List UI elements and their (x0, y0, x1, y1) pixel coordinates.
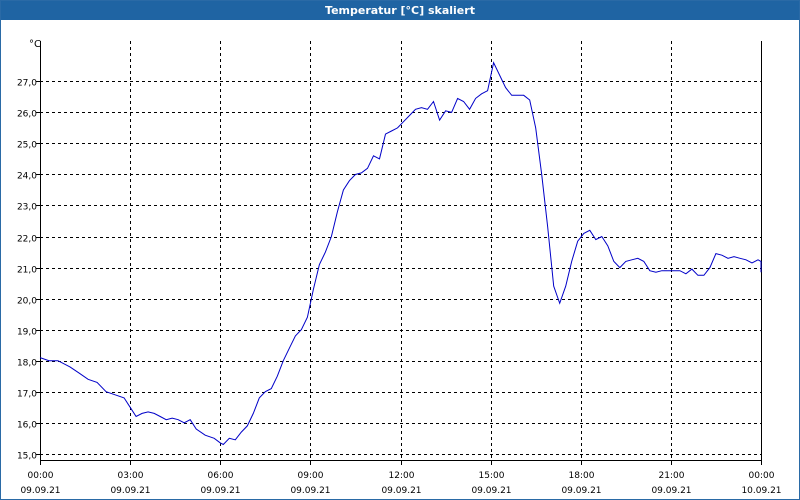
grid (40, 41, 761, 460)
ticks (36, 81, 762, 465)
y-tick-label: 22,0 (17, 235, 37, 245)
chart-window: Temperatur [°C] skaliert °C 15,0 16,0 17,0… (0, 0, 800, 500)
y-tick-label: 18,0 (17, 359, 37, 369)
y-tick-labels: 15,0 16,0 17,0 18,0 19,0 20,0 21,0 22,0 23,0 24,0… (17, 79, 37, 462)
x-tick-label-time: 09:00 (298, 471, 324, 481)
series-line (39, 61, 762, 446)
y-axis-unit: °C (29, 39, 41, 50)
x-tick-label-date: 09.09.21 (381, 486, 421, 496)
x-tick-label-date: 09.09.21 (471, 486, 511, 496)
x-tick-label-date: 09.09.21 (651, 486, 691, 496)
x-tick-label-time: 21:00 (659, 471, 685, 481)
y-tick-label: 17,0 (17, 390, 37, 400)
y-tick-label: 21,0 (17, 266, 37, 276)
x-tick-label-time: 15:00 (479, 471, 505, 481)
x-tick-label-time: 18:00 (569, 471, 595, 481)
temperature-series-line (39, 61, 762, 446)
window-title: Temperatur [°C] skaliert (1, 1, 799, 20)
x-tick-label-time: 03:00 (118, 471, 144, 481)
x-tick-label-date: 10.09.21 (741, 486, 781, 496)
x-tick-label-time: 12:00 (389, 471, 415, 481)
y-tick-label: 15,0 (17, 452, 37, 462)
y-tick-label: 24,0 (17, 172, 37, 182)
x-tick-label-date: 09.09.21 (20, 486, 60, 496)
y-tick-label: 19,0 (17, 328, 37, 338)
x-tick-label-date: 09.09.21 (200, 486, 240, 496)
x-tick-labels: 00:00 09.09.21 03:00 09.09.21 06:00 09.09.21 0… (20, 471, 781, 496)
y-tick-label: 16,0 (17, 421, 37, 431)
y-tick-label: 25,0 (17, 141, 37, 151)
temperature-chart: °C 15,0 16,0 17,0 18,0 19,0 20,0 21,0 22,0 23,0 2… (17, 39, 782, 496)
y-tick-label: 26,0 (17, 110, 37, 120)
x-tick-label-date: 09.09.21 (290, 486, 330, 496)
x-tick-label-time: 00:00 (749, 471, 775, 481)
x-tick-label-date: 09.09.21 (110, 486, 150, 496)
y-tick-label: 23,0 (17, 203, 37, 213)
x-tick-label-date: 09.09.21 (561, 486, 601, 496)
x-tick-label-time: 06:00 (208, 471, 234, 481)
y-tick-label: 20,0 (17, 297, 37, 307)
y-tick-label: 27,0 (17, 79, 37, 89)
x-tick-label-time: 00:00 (28, 471, 54, 481)
